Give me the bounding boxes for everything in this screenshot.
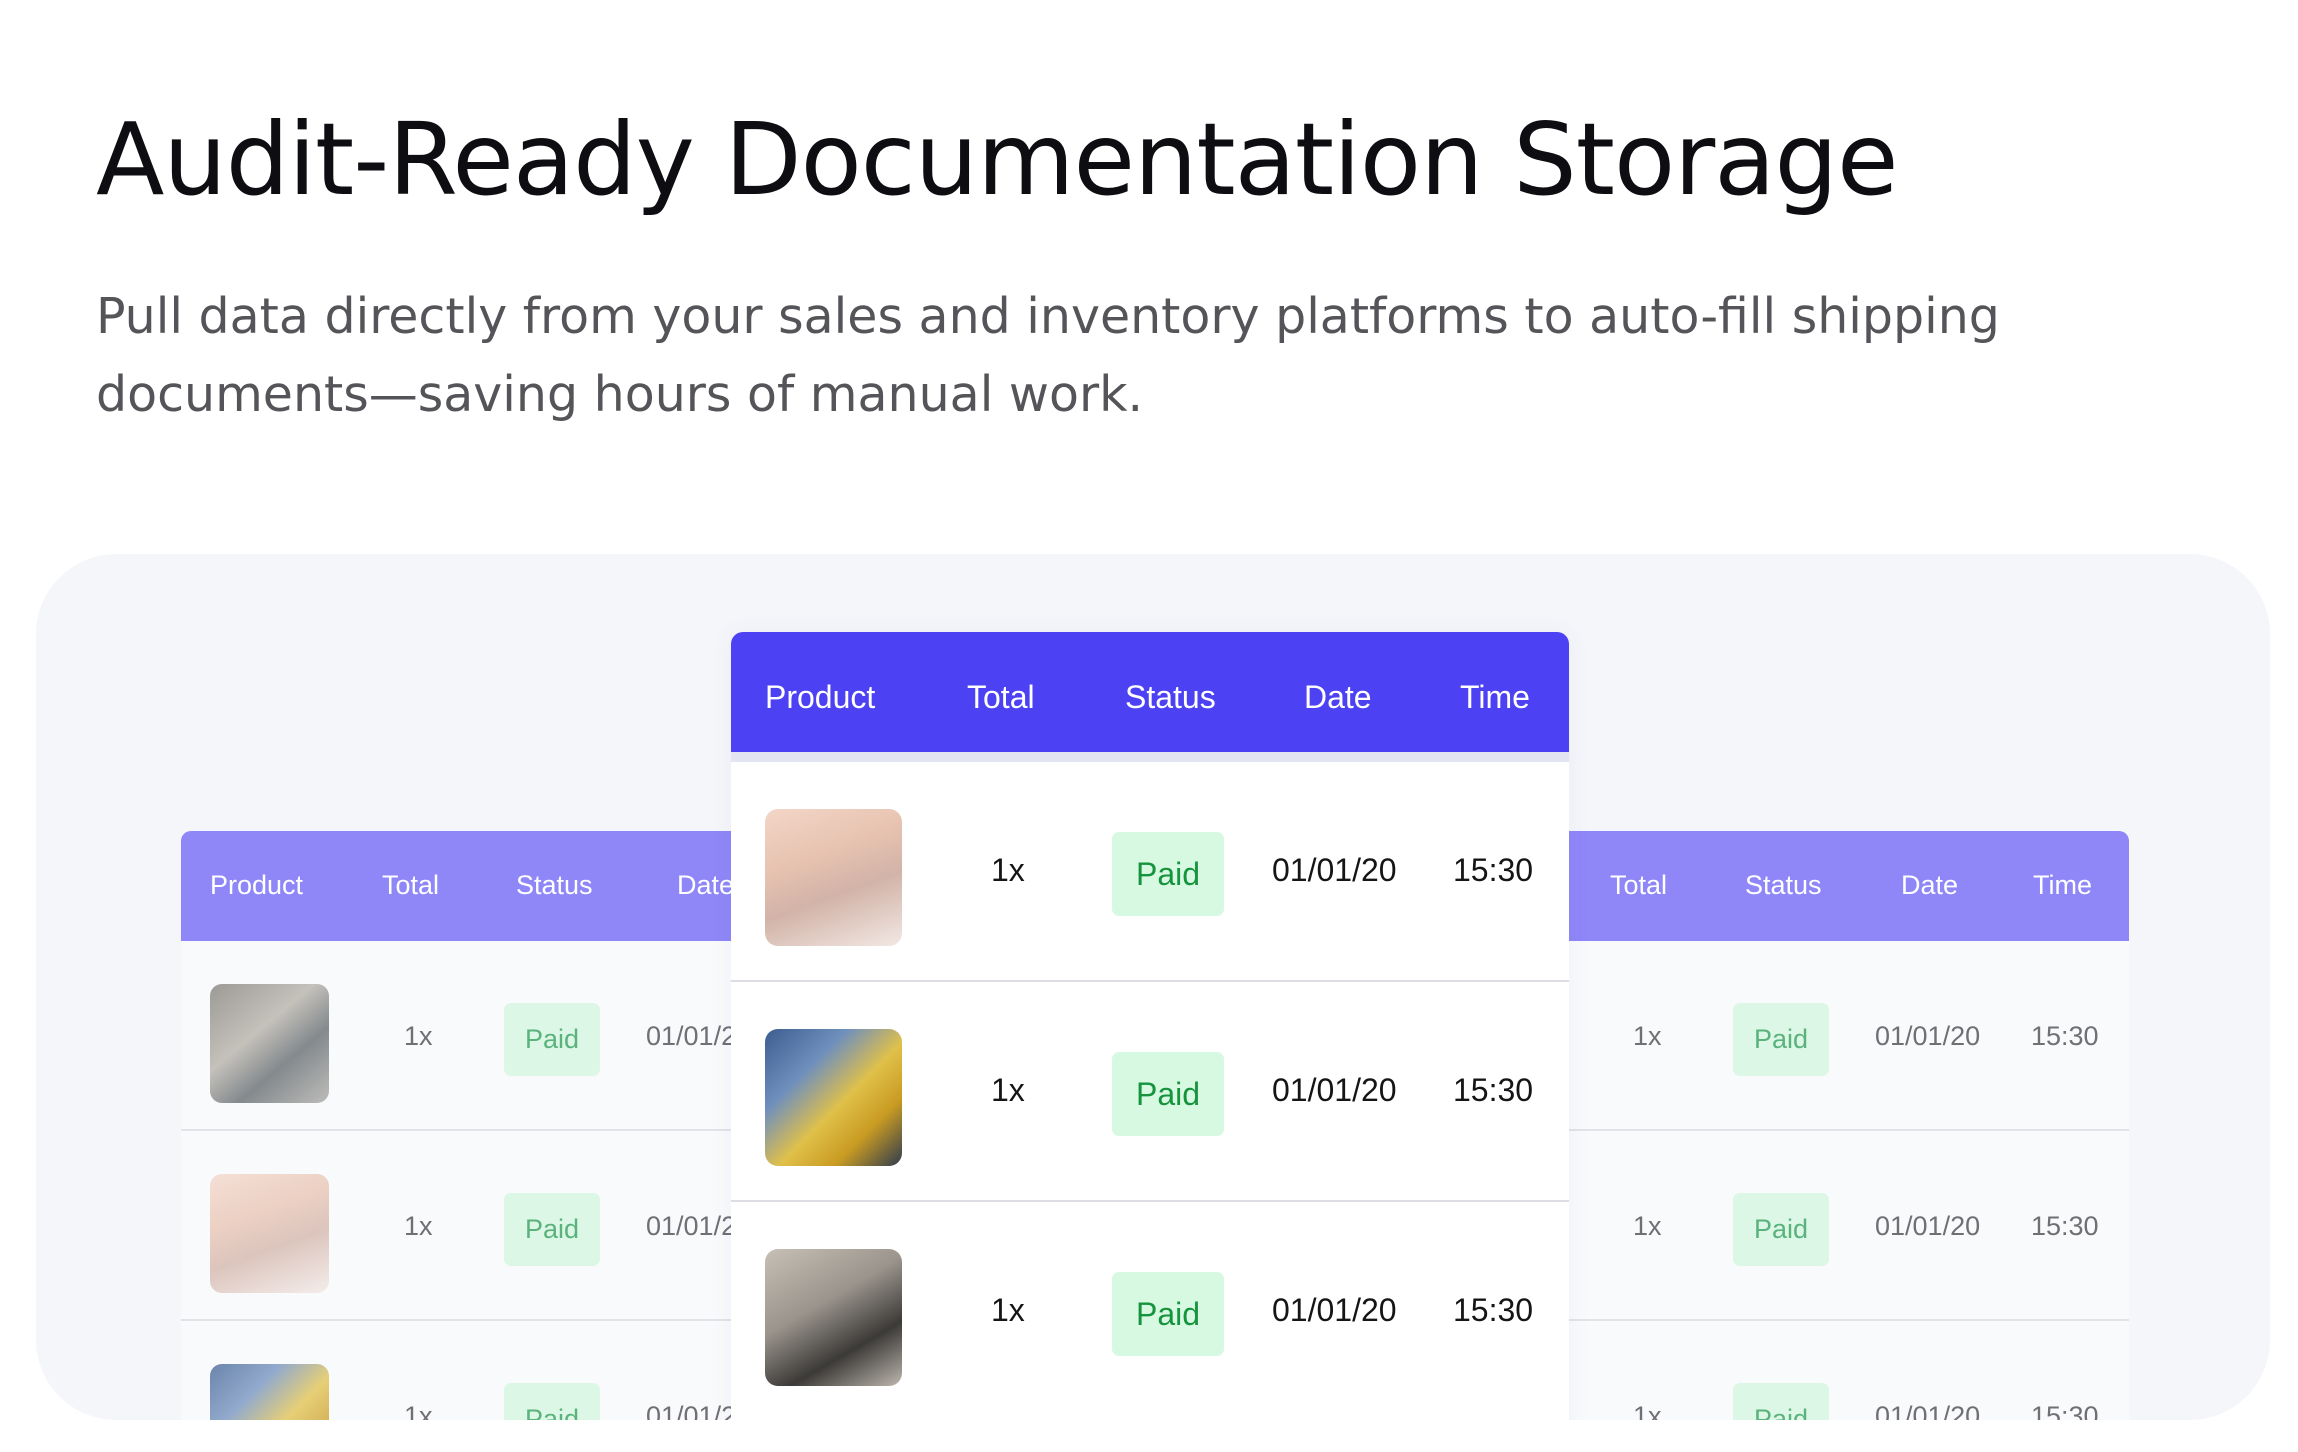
product-thumbnail bbox=[210, 984, 329, 1103]
table-row[interactable]: 1x Paid 01/01/20 15:30 bbox=[731, 1202, 1569, 1420]
column-header-date: Date bbox=[1304, 679, 1372, 715]
status-badge: Paid bbox=[1112, 832, 1224, 916]
time-cell: 15:30 bbox=[2031, 1021, 2099, 1051]
time-cell: 15:30 bbox=[1453, 1292, 1534, 1328]
total-cell: 1x bbox=[991, 852, 1025, 888]
product-thumbnail bbox=[765, 809, 902, 946]
page-title: Audit-Ready Documentation Storage bbox=[96, 101, 1899, 218]
foreground-orders-table: Product Total Status Date Time 1x Paid 0… bbox=[731, 632, 1569, 1420]
date-cell: 01/01/20 bbox=[1875, 1021, 1981, 1051]
column-header-time: Time bbox=[1460, 679, 1530, 715]
status-badge: Paid bbox=[1733, 1383, 1829, 1420]
product-thumbnail bbox=[765, 1029, 902, 1166]
time-cell: 15:30 bbox=[2031, 1401, 2099, 1420]
status-badge: Paid bbox=[1112, 1052, 1224, 1136]
date-cell: 01/01/20 bbox=[1272, 1072, 1397, 1108]
date-cell: 01/01/20 bbox=[1875, 1401, 1981, 1420]
total-cell: 1x bbox=[404, 1401, 433, 1420]
column-header-status: Status bbox=[1745, 870, 1822, 900]
column-header-total: Total bbox=[967, 679, 1035, 715]
column-header-product: Product bbox=[210, 870, 304, 900]
column-header-date: Date bbox=[1901, 870, 1959, 900]
table-header: Product Total Status Date Time bbox=[731, 632, 1569, 762]
status-badge: Paid bbox=[1112, 1272, 1224, 1356]
total-cell: 1x bbox=[991, 1072, 1025, 1108]
time-cell: 15:30 bbox=[1453, 852, 1534, 888]
status-badge: Paid bbox=[504, 1383, 600, 1420]
column-header-total: Total bbox=[382, 870, 440, 900]
page-subtitle: Pull data directly from your sales and i… bbox=[96, 288, 2000, 423]
total-cell: 1x bbox=[1633, 1021, 1662, 1051]
time-cell: 15:30 bbox=[1453, 1072, 1534, 1108]
total-cell: 1x bbox=[404, 1211, 433, 1241]
total-cell: 1x bbox=[1633, 1401, 1662, 1420]
product-thumbnail bbox=[210, 1364, 329, 1420]
showcase-panel: Product Total Status Date Total Status D… bbox=[36, 554, 2270, 1420]
column-header-status: Status bbox=[1125, 679, 1216, 715]
status-badge: Paid bbox=[504, 1193, 600, 1266]
product-thumbnail bbox=[210, 1174, 329, 1293]
status-badge: Paid bbox=[1733, 1003, 1829, 1076]
time-cell: 15:30 bbox=[2031, 1211, 2099, 1241]
column-header-total: Total bbox=[1610, 870, 1668, 900]
column-header-status: Status bbox=[516, 870, 593, 900]
date-cell: 01/01/20 bbox=[1272, 1292, 1397, 1328]
table-row[interactable]: 1x Paid 01/01/20 15:30 bbox=[731, 762, 1569, 982]
total-cell: 1x bbox=[404, 1021, 433, 1051]
status-badge: Paid bbox=[504, 1003, 600, 1076]
total-cell: 1x bbox=[991, 1292, 1025, 1328]
date-cell: 01/01/20 bbox=[1875, 1211, 1981, 1241]
table-row[interactable]: 1x Paid 01/01/20 15:30 bbox=[731, 982, 1569, 1202]
column-header-time: Time bbox=[2033, 870, 2092, 900]
date-cell: 01/01/20 bbox=[1272, 852, 1397, 888]
product-thumbnail bbox=[765, 1249, 902, 1386]
column-header-date: Date bbox=[677, 870, 735, 900]
status-badge: Paid bbox=[1733, 1193, 1829, 1266]
column-header-product: Product bbox=[765, 679, 876, 715]
total-cell: 1x bbox=[1633, 1211, 1662, 1241]
